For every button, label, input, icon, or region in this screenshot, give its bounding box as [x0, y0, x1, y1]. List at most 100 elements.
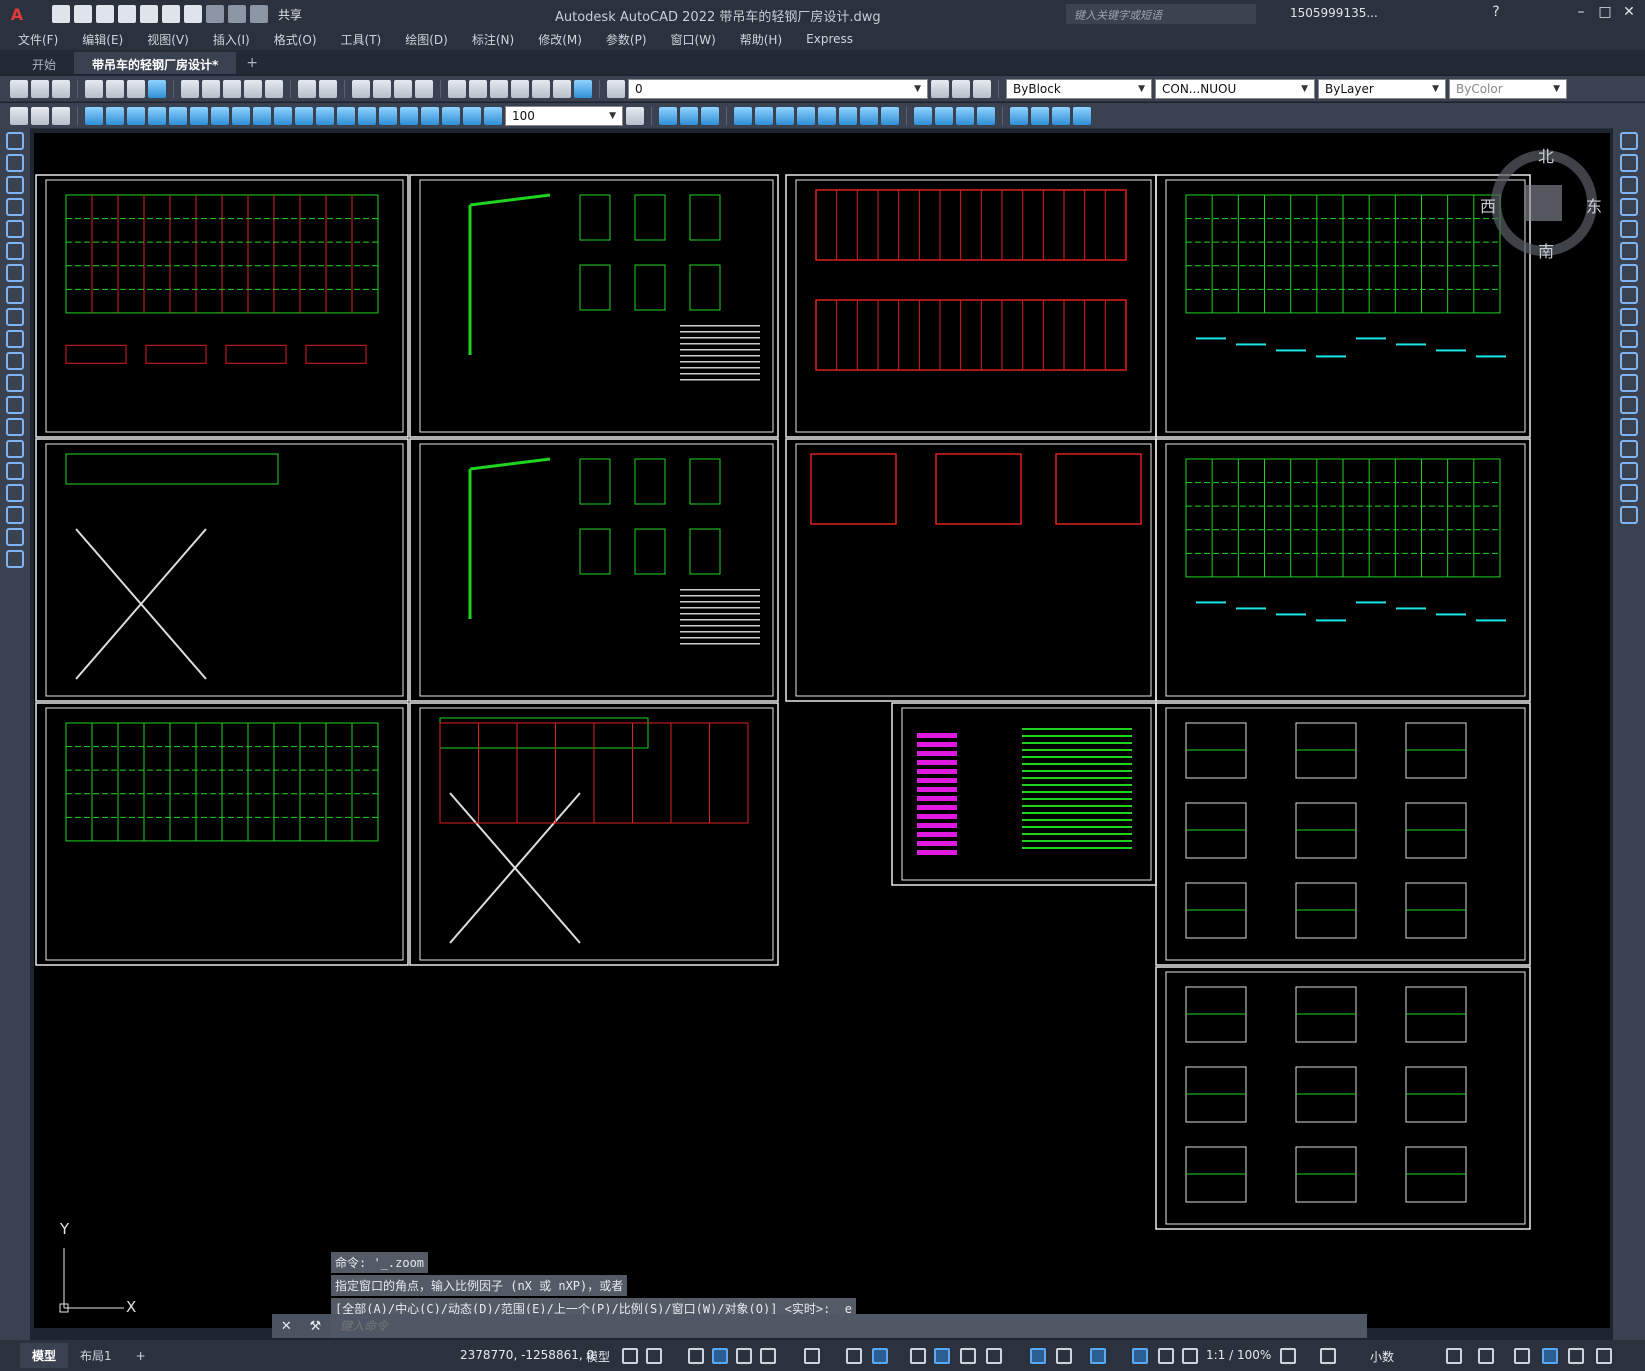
color-edges-icon[interactable] — [1073, 106, 1091, 125]
new-icon[interactable] — [52, 5, 70, 23]
customization-icon[interactable] — [1596, 1348, 1612, 1364]
break-at-point-icon[interactable] — [1620, 374, 1638, 392]
lineweight-dropdown[interactable]: ByLayer ▼ — [1318, 78, 1446, 99]
linetype-dropdown[interactable]: CON...NUOU ▼ — [1155, 78, 1315, 99]
line-icon[interactable] — [6, 132, 24, 150]
radius-icon[interactable] — [169, 106, 187, 125]
angular-icon[interactable] — [232, 106, 250, 125]
dimscale-dropdown[interactable]: 100 ▼ — [505, 105, 623, 126]
model-space-toggle[interactable]: 模型 — [586, 1348, 610, 1365]
tool-palettes-icon[interactable] — [490, 79, 508, 98]
auto-scale-icon[interactable] — [1158, 1348, 1174, 1364]
break-icon[interactable] — [1620, 396, 1638, 414]
zoom-realtime-icon[interactable] — [373, 79, 391, 98]
copy-icon[interactable] — [202, 79, 220, 98]
arc-icon[interactable] — [6, 242, 24, 260]
layer-states-icon[interactable] — [973, 79, 991, 98]
annotation-visibility-icon[interactable] — [1132, 1348, 1148, 1364]
move-faces-icon[interactable] — [755, 106, 773, 125]
block-editor-icon[interactable] — [265, 79, 283, 98]
zoom-window-icon[interactable] — [394, 79, 412, 98]
dynamic-ucs-icon[interactable] — [1030, 1348, 1046, 1364]
extrude-faces-icon[interactable] — [734, 106, 752, 125]
center-mark-icon[interactable] — [379, 106, 397, 125]
infer-constraints-icon[interactable] — [688, 1348, 704, 1364]
table-icon[interactable] — [6, 506, 24, 524]
share-button[interactable]: 共享 — [278, 6, 302, 23]
insert-block-icon[interactable] — [6, 374, 24, 392]
rotate-icon[interactable] — [1620, 264, 1638, 282]
grid-icon[interactable] — [622, 1348, 638, 1364]
hatch-icon[interactable] — [6, 440, 24, 458]
mirror-icon[interactable] — [1620, 176, 1638, 194]
arc-length-icon[interactable] — [127, 106, 145, 125]
multiline-text-icon[interactable] — [6, 528, 24, 546]
isolate-objects-icon[interactable] — [1514, 1348, 1530, 1364]
drawing-canvas[interactable]: 北 南 东 西 Y X — [34, 133, 1610, 1328]
jogged-icon[interactable] — [190, 106, 208, 125]
annotation-monitor-icon[interactable] — [1320, 1348, 1336, 1364]
circle-icon[interactable] — [6, 264, 24, 282]
extend-icon[interactable] — [1620, 352, 1638, 370]
extract-edges-icon[interactable] — [1031, 106, 1049, 125]
aligned-dimension-icon[interactable] — [106, 106, 124, 125]
menu-item[interactable]: 工具(T) — [341, 31, 382, 48]
jogged-linear-icon[interactable] — [421, 106, 439, 125]
construction-line-icon[interactable] — [6, 154, 24, 172]
polygon-icon[interactable] — [6, 198, 24, 216]
workspace-icon[interactable] — [10, 106, 28, 125]
plotstyle-dropdown[interactable]: ByColor ▼ — [1449, 78, 1567, 99]
trim-icon[interactable] — [1620, 330, 1638, 348]
blend-curves-icon[interactable] — [1620, 484, 1638, 502]
move-icon[interactable] — [1620, 242, 1638, 260]
sheet-set-icon[interactable] — [511, 79, 529, 98]
undo-icon[interactable] — [206, 5, 224, 23]
separate-icon[interactable] — [956, 106, 974, 125]
tab-start[interactable]: 开始 — [14, 52, 74, 74]
markup-icon[interactable] — [532, 79, 550, 98]
quick-dimension-icon[interactable] — [253, 106, 271, 125]
explode-icon[interactable] — [1620, 506, 1638, 524]
transparency-icon[interactable] — [934, 1348, 950, 1364]
menu-item[interactable]: 编辑(E) — [82, 31, 123, 48]
tolerance-icon[interactable] — [358, 106, 376, 125]
color-dropdown[interactable]: ByBlock ▼ — [1006, 78, 1152, 99]
dimension-update-icon[interactable] — [484, 106, 502, 125]
copy-faces-icon[interactable] — [860, 106, 878, 125]
paste-icon[interactable] — [223, 79, 241, 98]
clean-icon[interactable] — [935, 106, 953, 125]
lineweight-icon[interactable] — [910, 1348, 926, 1364]
add-layout-icon[interactable]: + — [124, 1345, 158, 1367]
join-icon[interactable] — [1620, 418, 1638, 436]
tab-drawing[interactable]: 带吊车的轻钢厂房设计* — [74, 52, 237, 74]
quick-properties-icon[interactable] — [1446, 1348, 1462, 1364]
imprint-icon[interactable] — [914, 106, 932, 125]
array-icon[interactable] — [1620, 220, 1638, 238]
workspace-switch-icon[interactable] — [1280, 1348, 1296, 1364]
save-icon[interactable] — [52, 79, 70, 98]
plot-icon[interactable] — [184, 5, 202, 23]
preview-icon[interactable] — [106, 79, 124, 98]
polyline-icon[interactable] — [6, 176, 24, 194]
dimension-text-edit-icon[interactable] — [463, 106, 481, 125]
viewcube-south[interactable]: 南 — [1538, 238, 1554, 262]
menu-item[interactable]: 文件(F) — [18, 31, 58, 48]
calculator-icon[interactable] — [553, 79, 571, 98]
dimension-edit-icon[interactable] — [442, 106, 460, 125]
linear-dimension-icon[interactable] — [85, 106, 103, 125]
redo-icon[interactable] — [319, 79, 337, 98]
customize-icon[interactable]: ⚒ — [309, 1319, 321, 1334]
menu-item[interactable]: 帮助(H) — [740, 31, 782, 48]
annotation-scale-value[interactable]: 1:1 / 100% — [1206, 1348, 1271, 1362]
open-web-icon[interactable] — [140, 5, 158, 23]
spline-icon[interactable] — [6, 308, 24, 326]
menu-item[interactable]: Express — [806, 32, 853, 46]
polar-icon[interactable] — [760, 1348, 776, 1364]
help-button[interactable]: ? — [1485, 4, 1507, 24]
viewcube-north[interactable]: 北 — [1538, 143, 1554, 167]
ordinate-icon[interactable] — [148, 106, 166, 125]
make-block-icon[interactable] — [6, 396, 24, 414]
design-center-icon[interactable] — [469, 79, 487, 98]
region-icon[interactable] — [6, 484, 24, 502]
coordinates-readout[interactable]: 2378770, -1258861, 0 — [460, 1348, 594, 1362]
